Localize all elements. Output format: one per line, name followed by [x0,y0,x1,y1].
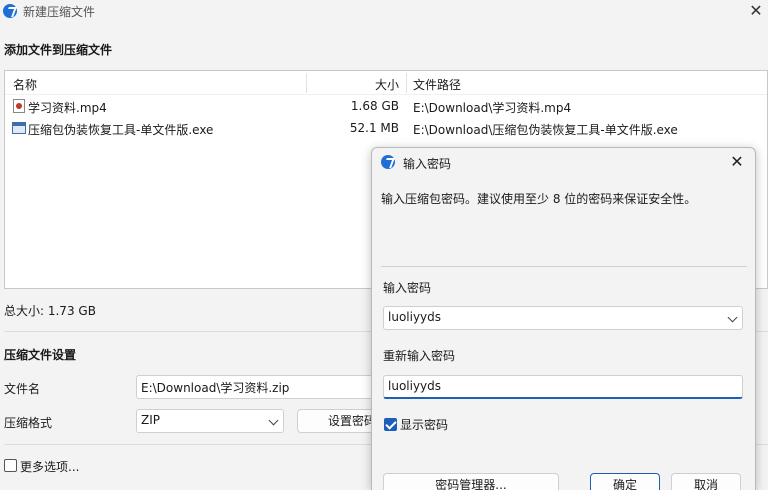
file-name: 压缩包伪装恢复工具-单文件版.exe [28,123,214,137]
confirm-password-label: 重新输入密码 [383,349,456,363]
ok-button[interactable]: 确定 [590,473,660,490]
chevron-down-icon [268,415,279,426]
confirm-password-input[interactable]: luoliyyds [383,375,743,399]
file-path: E:\Download\学习资料.mp4 [413,101,572,115]
filename-label: 文件名 [4,382,41,396]
total-size: 总大小: 1.73 GB [4,304,96,318]
app-logo-icon [381,155,395,169]
chevron-down-icon[interactable] [727,312,738,323]
title-bar: 新建压缩文件 ✕ [0,0,768,24]
show-password-label[interactable]: 显示密码 [400,416,448,433]
file-size: 1.68 GB [350,99,399,113]
password-input[interactable]: luoliyyds [383,306,743,330]
close-window-icon[interactable]: ✕ [744,0,768,24]
more-options-checkbox[interactable] [4,459,17,472]
password-value: luoliyyds [388,310,442,324]
add-files-heading: 添加文件到压缩文件 [4,43,113,57]
table-row[interactable]: 压缩包伪装恢复工具-单文件版.exe 52.1 MB E:\Download\压… [5,118,767,140]
file-path: E:\Download\压缩包伪装恢复工具-单文件版.exe [413,123,678,137]
password-manager-button[interactable]: 密码管理器... [383,473,559,490]
video-file-icon [13,99,25,113]
format-selected-value: ZIP [141,413,160,427]
filename-input[interactable]: E:\Download\学习资料.zip [136,375,396,399]
dialog-title: 输入密码 [403,157,452,171]
column-divider[interactable] [406,73,407,93]
app-logo-icon [3,4,17,18]
table-row[interactable]: 学习资料.mp4 1.68 GB E:\Download\学习资料.mp4 [5,96,767,118]
settings-heading: 压缩文件设置 [4,348,77,362]
close-icon[interactable]: ✕ [727,152,747,172]
password-label: 输入密码 [383,281,432,295]
format-label: 压缩格式 [4,416,53,430]
exe-file-icon [12,122,26,134]
more-options-label[interactable]: 更多选项... [20,458,79,475]
file-list-header: 名称 大小 文件路径 [5,71,767,95]
column-size[interactable]: 大小 [375,76,399,93]
password-dialog: 输入密码 ✕ 输入压缩包密码。建议使用至少 8 位的密码来保证安全性。 输入密码… [371,147,756,490]
column-divider[interactable] [306,73,307,93]
column-name[interactable]: 名称 [13,76,37,93]
file-size: 52.1 MB [349,121,399,135]
cancel-button[interactable]: 取消 [671,473,741,490]
dialog-description: 输入压缩包密码。建议使用至少 8 位的密码来保证安全性。 [381,192,697,206]
format-select[interactable]: ZIP [136,409,284,433]
file-name: 学习资料.mp4 [28,101,107,115]
window-title: 新建压缩文件 [23,5,96,19]
show-password-checkbox[interactable] [384,418,397,431]
column-path[interactable]: 文件路径 [413,76,461,93]
divider [381,266,747,267]
